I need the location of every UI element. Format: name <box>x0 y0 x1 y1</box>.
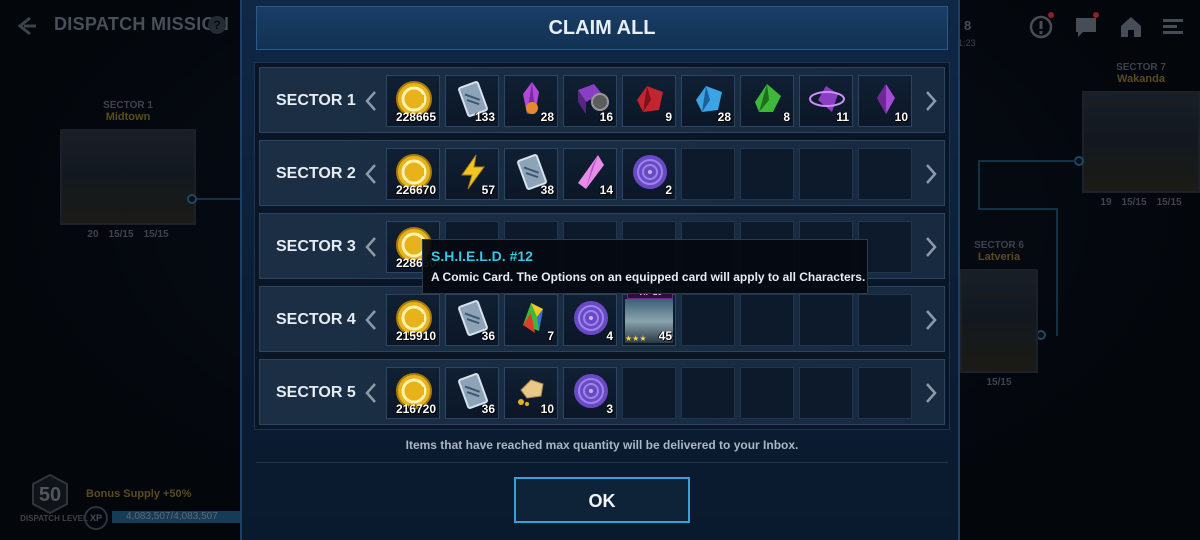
reward-item-slot[interactable]: ★★★VIP 2045 <box>622 287 676 346</box>
chevron-left-icon[interactable] <box>364 236 378 258</box>
ok-label: OK <box>588 491 616 511</box>
reward-item-slot[interactable]: 28 <box>504 75 558 127</box>
empty-item-slot <box>740 367 794 419</box>
item-quantity: 9 <box>665 110 672 124</box>
item-quantity: 7 <box>547 329 554 343</box>
empty-item-slot <box>858 294 912 346</box>
chevron-left-icon[interactable] <box>364 382 378 404</box>
reward-item-slot[interactable]: 36 <box>445 294 499 346</box>
purple-disc-icon <box>574 374 608 408</box>
chevron-right-icon[interactable] <box>924 90 938 112</box>
reward-item-slot[interactable]: 226670 <box>386 148 440 200</box>
empty-item-slot <box>740 148 794 200</box>
chevron-right-icon[interactable] <box>924 309 938 331</box>
chevron-right-icon[interactable] <box>924 382 938 404</box>
reward-item-slot[interactable]: 216720 <box>386 367 440 419</box>
reward-item-slot[interactable]: 3 <box>563 367 617 419</box>
reward-item-slot[interactable]: 8 <box>740 75 794 127</box>
inbox-note: Items that have reached max quantity wil… <box>405 438 799 452</box>
item-quantity: 36 <box>481 329 495 343</box>
empty-item-slot <box>622 367 676 419</box>
item-quantity: 4 <box>606 329 613 343</box>
item-quantity: 38 <box>540 183 554 197</box>
reward-item-slot[interactable]: 10 <box>858 75 912 127</box>
chevron-right-icon[interactable] <box>924 236 938 258</box>
modal-header: CLAIM ALL <box>256 6 948 50</box>
chevron-left-icon[interactable] <box>364 90 378 112</box>
item-quantity: 10 <box>540 402 554 416</box>
empty-item-slot <box>799 294 853 346</box>
sector-reward-row: SECTOR 1 228665 133 28 16 9 28 8 11 10 <box>259 67 945 133</box>
item-tooltip: S.H.I.E.L.D. #12 A Comic Card. The Optio… <box>422 239 868 294</box>
rainbow-crystal-icon <box>523 303 543 333</box>
reward-item-slot[interactable]: 9 <box>622 75 676 127</box>
green-crystal-icon <box>755 84 781 112</box>
item-quantity: 28 <box>540 110 554 124</box>
sector-row-label: SECTOR 1 <box>276 92 356 109</box>
reward-item-slot[interactable]: 11 <box>799 75 853 127</box>
reward-item-slot[interactable]: 16 <box>563 75 617 127</box>
item-quantity: 14 <box>599 183 613 197</box>
item-quantity: 10 <box>894 110 908 124</box>
tooltip-title: S.H.I.E.L.D. #12 <box>431 248 533 264</box>
item-quantity: 11 <box>836 110 849 124</box>
item-quantity: 28 <box>717 110 731 124</box>
empty-item-slot <box>799 148 853 200</box>
reward-item-slot[interactable]: 14 <box>563 148 617 200</box>
empty-item-slot <box>740 294 794 346</box>
purple-disc-icon <box>574 301 608 335</box>
ok-button[interactable]: OK <box>514 477 690 523</box>
card-stars: ★★★ <box>625 334 647 343</box>
item-quantity: 57 <box>481 183 495 197</box>
sector-row-label: SECTOR 3 <box>276 238 356 255</box>
purple-disc-icon <box>633 155 667 189</box>
reward-item-slot[interactable]: 228665 <box>386 75 440 127</box>
sector-reward-row: SECTOR 4 215910 36 7 4 ★★★VIP 2045 <box>259 286 945 352</box>
empty-item-slot <box>681 148 735 200</box>
item-quantity: 228665 <box>395 110 436 124</box>
empty-item-slot <box>858 367 912 419</box>
chevron-left-icon[interactable] <box>364 163 378 185</box>
item-quantity: 2 <box>665 183 672 197</box>
item-quantity: 8 <box>783 110 790 124</box>
sector-row-label: SECTOR 2 <box>276 165 356 182</box>
sector-row-label: SECTOR 5 <box>276 384 356 401</box>
empty-item-slot <box>681 294 735 346</box>
modal-title: CLAIM ALL <box>548 17 656 39</box>
reward-item-slot[interactable]: 10 <box>504 367 558 419</box>
sector-row-label: SECTOR 4 <box>276 311 356 328</box>
divider <box>256 462 948 463</box>
reward-item-slot[interactable]: 215910 <box>386 294 440 346</box>
item-quantity: 45 <box>658 329 672 343</box>
sector-reward-row: SECTOR 5 216720 36 10 3 <box>259 359 945 425</box>
reward-item-slot[interactable]: 57 <box>445 148 499 200</box>
empty-item-slot <box>681 367 735 419</box>
item-quantity: 215910 <box>395 329 436 343</box>
reward-item-slot[interactable]: 4 <box>563 294 617 346</box>
tooltip-description: A Comic Card. The Options on an equipped… <box>431 270 866 284</box>
reward-item-slot[interactable]: 38 <box>504 148 558 200</box>
empty-item-slot <box>858 148 912 200</box>
item-quantity: 226670 <box>395 183 436 197</box>
item-quantity: 216720 <box>395 402 436 416</box>
reward-item-slot[interactable]: 28 <box>681 75 735 127</box>
red-crystal-icon <box>637 86 663 112</box>
item-quantity: 133 <box>474 110 495 124</box>
reward-item-slot[interactable]: 7 <box>504 294 558 346</box>
item-quantity: 36 <box>481 402 495 416</box>
chevron-left-icon[interactable] <box>364 309 378 331</box>
sector-reward-row: SECTOR 2 226670 57 38 14 2 <box>259 140 945 206</box>
empty-item-slot <box>799 367 853 419</box>
item-quantity: 3 <box>606 402 613 416</box>
reward-item-slot[interactable]: 36 <box>445 367 499 419</box>
item-quantity: 16 <box>599 110 613 124</box>
chevron-right-icon[interactable] <box>924 163 938 185</box>
reward-item-slot[interactable]: 2 <box>622 148 676 200</box>
reward-item-slot[interactable]: 133 <box>445 75 499 127</box>
